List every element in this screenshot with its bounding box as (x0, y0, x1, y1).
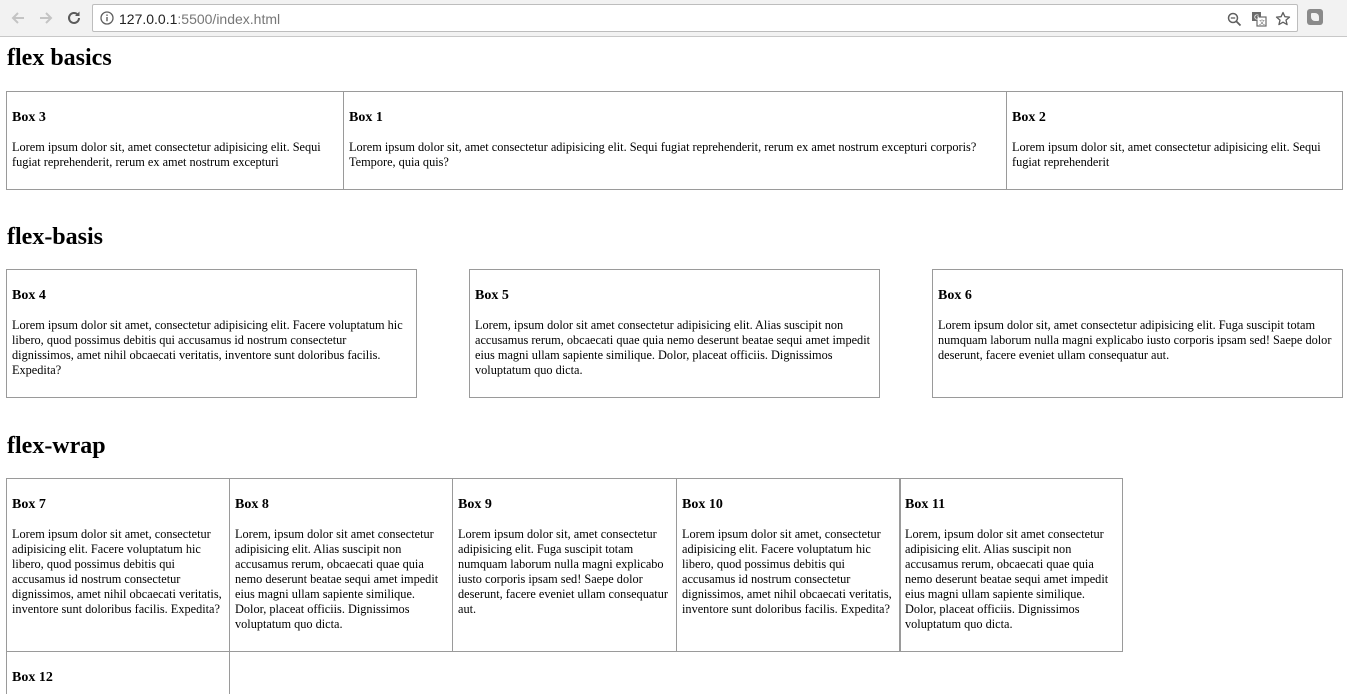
bookmark-star-icon[interactable] (1274, 10, 1292, 28)
box-4: Box 4 Lorem ipsum dolor sit amet, consec… (6, 269, 417, 398)
box-text: Lorem, ipsum dolor sit amet consectetur … (905, 527, 1109, 631)
box-text: Lorem ipsum dolor sit amet, consectetur … (12, 318, 403, 377)
box-8: Box 8 Lorem, ipsum dolor sit amet consec… (229, 478, 453, 652)
box-title: Box 12 (12, 670, 53, 685)
address-bar[interactable]: 127.0.0.1:5500/index.html G 文 (92, 4, 1298, 32)
box-title: Box 7 (12, 497, 46, 512)
box-title: Box 8 (235, 497, 269, 512)
box-7: Box 7 Lorem ipsum dolor sit amet, consec… (6, 478, 230, 652)
box-text: Lorem ipsum dolor sit amet, consectetur … (682, 527, 892, 616)
box-text: Lorem, ipsum dolor sit amet consectetur … (235, 527, 439, 631)
extension-icon[interactable] (1307, 9, 1323, 25)
box-title: Box 10 (682, 497, 723, 512)
heading-flex-basis: flex-basis (7, 224, 103, 250)
box-text: Lorem ipsum dolor sit amet, consectetur … (12, 527, 222, 616)
translate-icon[interactable]: G 文 (1250, 10, 1268, 28)
forward-button[interactable] (35, 7, 57, 29)
box-title: Box 9 (458, 497, 492, 512)
page-content: flex basics Box 3 Lorem ipsum dolor sit,… (0, 37, 1347, 694)
box-text: Lorem ipsum dolor sit, amet consectetur … (349, 140, 977, 169)
box-6: Box 6 Lorem ipsum dolor sit, amet consec… (932, 269, 1343, 398)
reload-icon (68, 11, 80, 24)
back-button[interactable] (7, 7, 29, 29)
box-title: Box 6 (938, 288, 972, 303)
box-9: Box 9 Lorem ipsum dolor sit, amet consec… (452, 478, 677, 652)
box-text: Lorem ipsum dolor sit, amet consectetur … (12, 140, 321, 169)
browser-toolbar: 127.0.0.1:5500/index.html G 文 (0, 0, 1347, 37)
svg-text:文: 文 (1259, 19, 1265, 27)
box-title: Box 2 (1012, 110, 1046, 125)
box-1: Box 1 Lorem ipsum dolor sit, amet consec… (343, 91, 1007, 190)
heading-flex-wrap: flex-wrap (7, 433, 106, 459)
back-arrow-icon (11, 12, 24, 24)
box-text: Lorem ipsum dolor sit, amet consectetur … (938, 318, 1332, 362)
url-host: 127.0.0.1 (119, 11, 178, 27)
box-text: Lorem ipsum dolor sit, amet consectetur … (458, 527, 668, 616)
box-text: Lorem, ipsum dolor sit amet consectetur … (475, 318, 871, 377)
box-title: Box 4 (12, 288, 46, 303)
box-text: Lorem ipsum dolor sit, amet consectetur … (1012, 140, 1321, 169)
box-title: Box 3 (12, 110, 46, 125)
reload-button[interactable] (63, 7, 85, 29)
box-title: Box 11 (905, 497, 946, 512)
zoom-icon[interactable] (1225, 10, 1243, 28)
forward-arrow-icon (40, 12, 53, 24)
box-3: Box 3 Lorem ipsum dolor sit, amet consec… (6, 91, 344, 190)
box-12: Box 12 (6, 651, 230, 694)
info-icon[interactable] (100, 11, 114, 30)
box-10: Box 10 Lorem ipsum dolor sit amet, conse… (676, 478, 901, 652)
box-11: Box 11 Lorem, ipsum dolor sit amet conse… (899, 478, 1123, 652)
url-path: :5500/index.html (177, 11, 281, 27)
url-text[interactable]: 127.0.0.1:5500/index.html (119, 11, 280, 27)
box-title: Box 5 (475, 288, 509, 303)
box-title: Box 1 (349, 110, 383, 125)
box-2: Box 2 Lorem ipsum dolor sit, amet consec… (1006, 91, 1343, 190)
heading-flex-basics: flex basics (7, 45, 112, 71)
box-5: Box 5 Lorem, ipsum dolor sit amet consec… (469, 269, 880, 398)
